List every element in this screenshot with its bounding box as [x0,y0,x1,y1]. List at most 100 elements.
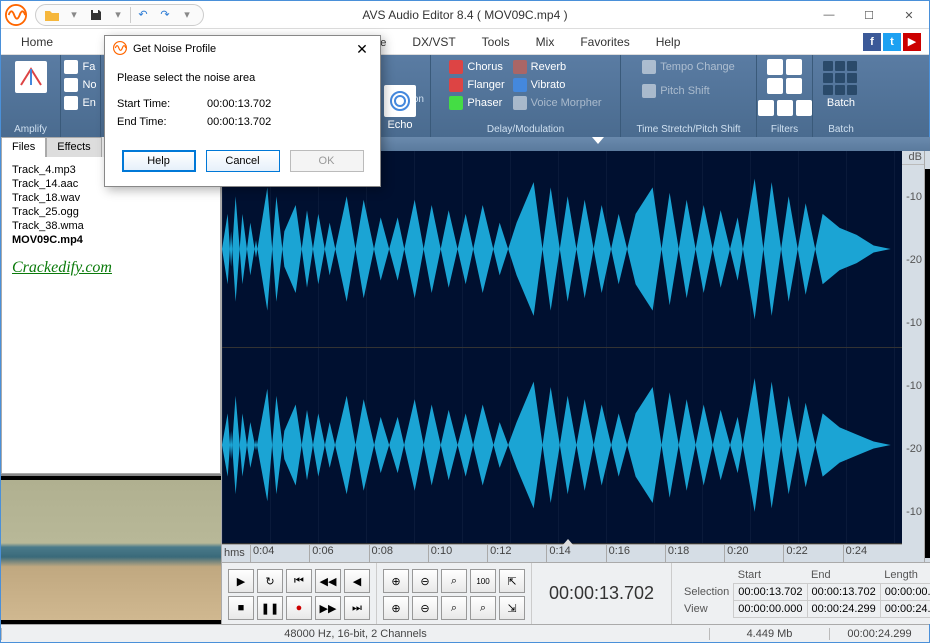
redo-icon[interactable]: ↷ [155,6,175,24]
dialog-title: Get Noise Profile [133,43,216,55]
minimize-button[interactable]: — [809,1,849,29]
transport-bar: ▶ ↻ ⏮ ◀◀ ◀ ■ ❚❚ ● ▶▶ ⏭ ⊕ ⊖ ⌕ 100 ⇱ ⊕ ⊖ ⌕… [222,562,930,624]
close-button[interactable]: ✕ [889,1,929,29]
stop-button[interactable]: ■ [228,596,254,620]
normalize-icon [64,78,78,92]
menu-tools[interactable]: Tools [470,32,522,52]
youtube-icon[interactable]: ▶ [903,33,921,51]
play-button[interactable]: ▶ [228,569,254,593]
skip-back-button[interactable]: ◀ [344,569,370,593]
voice-morpher-button: Voice Morpher [511,95,604,111]
zoom-in-h-button[interactable]: ⊕ [383,569,409,593]
dialog-icon [113,41,127,58]
amplify-label: Amplify [14,124,47,135]
time-unit: hms [222,545,250,562]
echo-icon [384,85,416,117]
prev-button[interactable]: ◀◀ [315,569,341,593]
reverb-icon [513,60,527,74]
open-icon[interactable] [42,6,62,24]
status-bar: 48000 Hz, 16-bit, 2 Channels 4.449 Mb 00… [1,624,929,642]
reverb-button[interactable]: Reverb [511,59,604,75]
filter-icon[interactable] [796,100,812,116]
list-item[interactable]: Track_25.ogg [12,205,210,219]
cancel-button[interactable]: Cancel [206,150,280,172]
zoom-sel-button[interactable]: ⇱ [499,569,525,593]
vibrato-button[interactable]: Vibrato [511,77,604,93]
list-item[interactable]: Track_38.wma [12,219,210,233]
quick-access-toolbar: ▾ ▾ ↶ ↷ ▾ [35,4,204,26]
batch-button[interactable]: Batch [817,59,865,111]
zoom-100-button[interactable]: 100 [470,569,496,593]
phaser-button[interactable]: Phaser [447,95,506,111]
menu-dxvst[interactable]: DX/VST [400,32,467,52]
zoom-out-h-button[interactable]: ⊖ [412,569,438,593]
waveform-channel-right[interactable] [222,348,902,545]
zoom-sel-v-button[interactable]: ⌕ [470,596,496,620]
menu-home[interactable]: Home [9,32,65,52]
title-bar: ▾ ▾ ↶ ↷ ▾ AVS Audio Editor 8.4 ( MOV09C.… [1,1,929,29]
filter-icon[interactable] [777,100,793,116]
timeline[interactable]: hms 0:04 0:06 0:08 0:10 0:12 0:14 0:16 0… [222,544,902,562]
skip-fwd-button[interactable]: ⏭ [344,596,370,620]
status-duration: 00:00:24.299 [829,628,929,640]
list-item[interactable]: Track_18.wav [12,191,210,205]
dialog-close-button[interactable]: ✕ [352,41,372,58]
current-time: 00:00:13.702 [532,563,672,624]
zoom-reset-v-button[interactable]: ⌕ [441,596,467,620]
menu-help[interactable]: Help [644,32,693,52]
save-icon[interactable] [86,6,106,24]
playhead-marker-bottom[interactable] [562,539,574,546]
zoom-fit-button[interactable]: ⌕ [441,569,467,593]
pitch-shift-button: Pitch Shift [640,83,737,99]
menu-favorites[interactable]: Favorites [568,32,641,52]
db-scale: dB -10-20-10 -10-20-10 [902,151,924,562]
zoom-in-v-button[interactable]: ⊕ [383,596,409,620]
filters-label: Filters [771,124,798,135]
amplify-icon [15,61,47,93]
preview-frame [1,480,221,620]
waveform-area: hms 0:04 0:06 0:08 0:10 0:12 0:14 0:16 0… [222,137,930,624]
flanger-button[interactable]: Flanger [447,77,506,93]
echo-button[interactable]: Echo [378,83,422,133]
envelope-button[interactable]: En [62,95,98,111]
video-preview [1,474,221,624]
chorus-icon [449,60,463,74]
window-title: AVS Audio Editor 8.4 ( MOV09C.mp4 ) [362,8,567,22]
chorus-button[interactable]: Chorus [447,59,506,75]
tab-effects[interactable]: Effects [46,137,101,157]
pause-button[interactable]: ❚❚ [257,596,283,620]
list-item[interactable]: MOV09C.mp4 [12,233,210,247]
zoom-region-button[interactable]: ⇲ [499,596,525,620]
fade-button[interactable]: Fa [62,59,98,75]
app-logo [1,1,31,29]
tempo-icon [642,60,656,74]
filters-icons[interactable] [767,59,802,94]
help-button[interactable]: Help [122,150,196,172]
noise-profile-dialog: Get Noise Profile ✕ Please select the no… [104,35,381,187]
dropdown-icon[interactable]: ▾ [108,6,128,24]
record-button[interactable]: ● [286,596,312,620]
dropdown-icon[interactable]: ▾ [177,6,197,24]
twitter-icon[interactable]: t [883,33,901,51]
amplify-button[interactable] [9,59,53,95]
undo-icon[interactable]: ↶ [133,6,153,24]
delay-mod-label: Delay/Modulation [487,124,564,135]
normalize-button[interactable]: No [62,77,98,93]
playhead-marker-top[interactable] [592,137,604,144]
voice-morpher-icon [513,96,527,110]
rewind-button[interactable]: ⏮ [286,569,312,593]
zoom-out-v-button[interactable]: ⊖ [412,596,438,620]
phaser-icon [449,96,463,110]
next-button[interactable]: ▶▶ [315,596,341,620]
tab-files[interactable]: Files [1,137,46,157]
file-list: Track_4.mp3 Track_14.aac Track_18.wav Tr… [1,157,221,474]
maximize-button[interactable]: ☐ [849,1,889,29]
batch-group-label: Batch [828,124,854,135]
filter-icon[interactable] [758,100,774,116]
flanger-icon [449,78,463,92]
menu-mix[interactable]: Mix [524,32,567,52]
status-size: 4.449 Mb [709,628,829,640]
facebook-icon[interactable]: f [863,33,881,51]
dropdown-icon[interactable]: ▾ [64,6,84,24]
loop-button[interactable]: ↻ [257,569,283,593]
